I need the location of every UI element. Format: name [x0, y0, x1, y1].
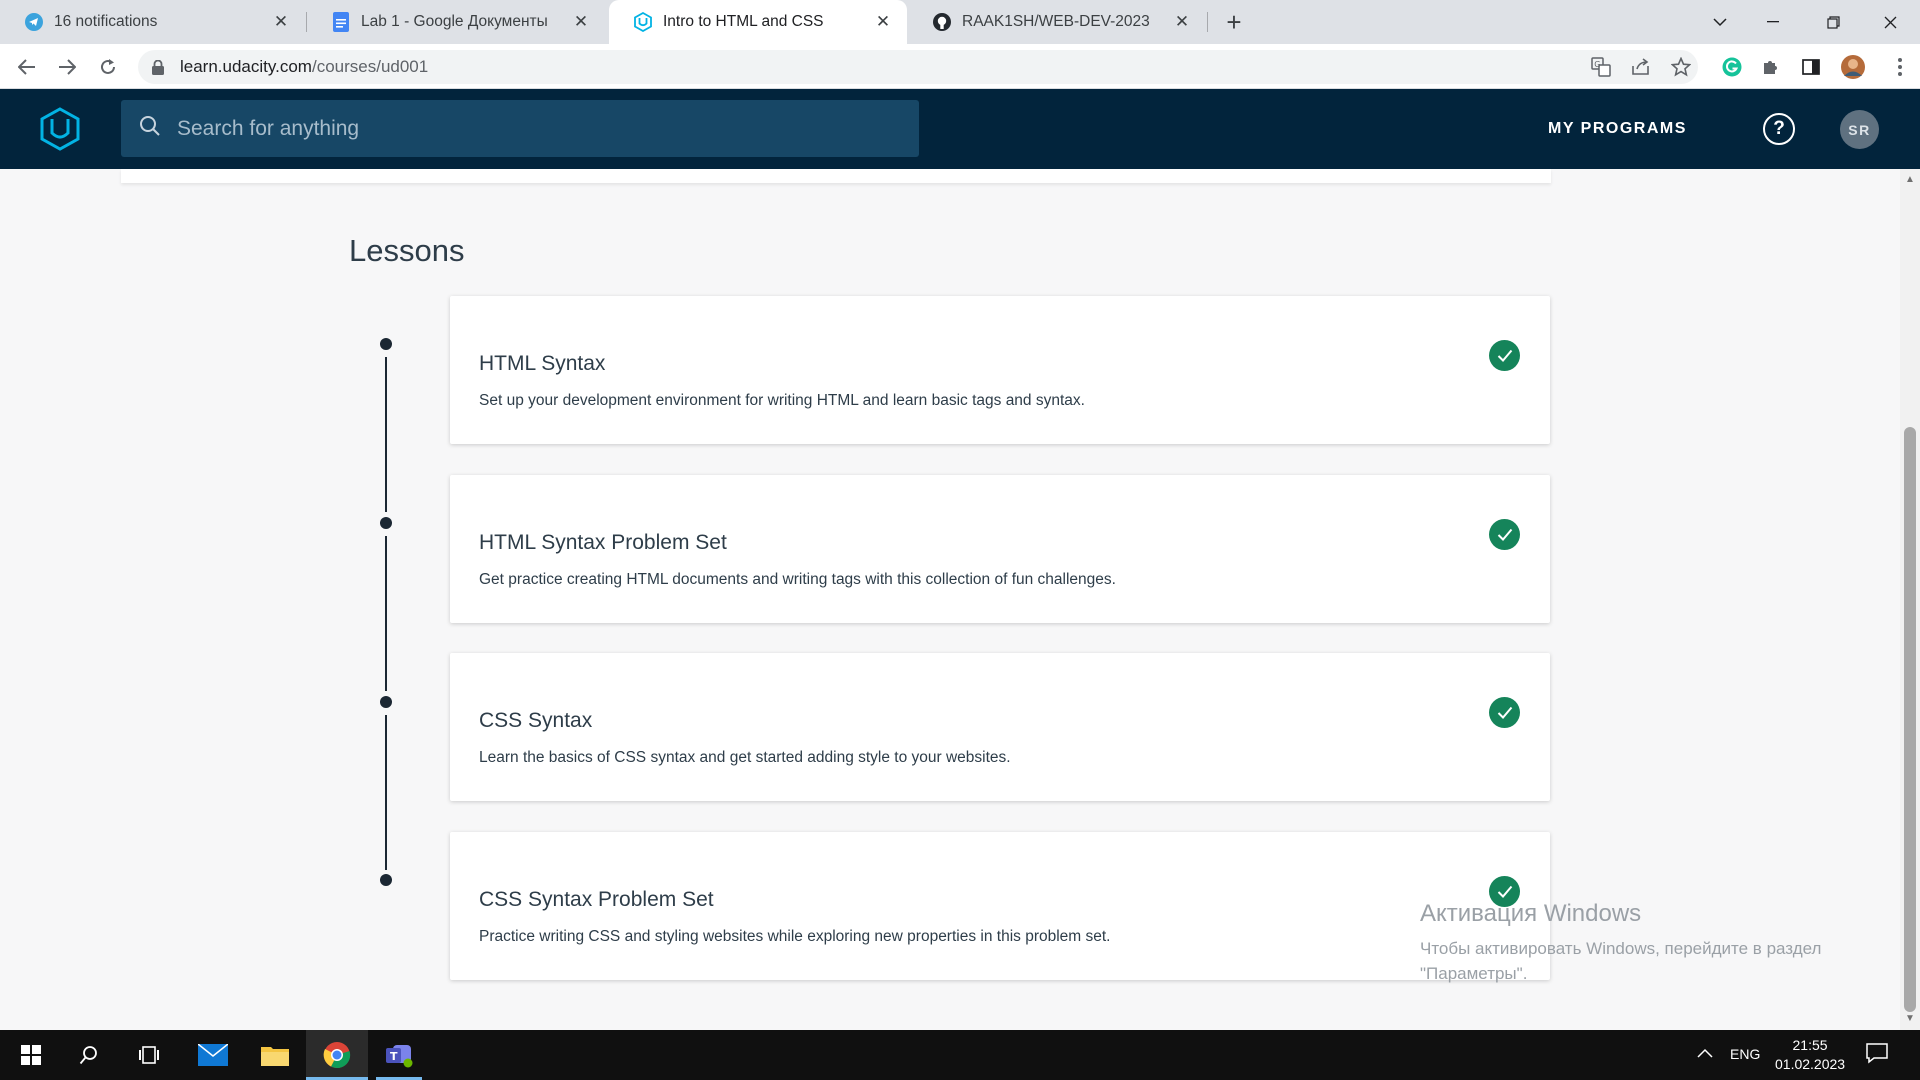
timeline-dot — [380, 338, 392, 350]
tab-udacity[interactable]: Intro to HTML and CSS ✕ — [609, 0, 907, 44]
start-windows-icon[interactable] — [0, 1030, 62, 1080]
scroll-up-arrow-icon[interactable]: ▲ — [1905, 175, 1915, 185]
file-explorer-icon[interactable] — [244, 1030, 306, 1080]
udacity-icon — [633, 12, 653, 32]
translate-icon[interactable]: G — [1587, 53, 1615, 81]
lock-icon[interactable] — [152, 59, 168, 75]
lesson-title: CSS Syntax — [479, 709, 593, 732]
lesson-description: Set up your development environment for … — [479, 392, 1085, 409]
completed-check-icon — [1489, 697, 1520, 728]
timeline-connector — [385, 536, 387, 691]
profile-avatar-icon[interactable] — [1839, 53, 1867, 81]
search-icon — [139, 115, 161, 142]
close-tab-icon[interactable]: ✕ — [873, 12, 893, 32]
tab-search-chevron-icon[interactable] — [1700, 0, 1740, 44]
minimize-button[interactable] — [1753, 0, 1793, 44]
timeline-connector — [385, 715, 387, 870]
task-view-icon[interactable] — [118, 1030, 180, 1080]
browser-tab-strip: 16 notifications ✕ Lab 1 - Google Докуме… — [0, 0, 1920, 44]
windows-taskbar: T ENG 21:55 01.02.2023 — [0, 1030, 1920, 1080]
telegram-icon — [24, 12, 44, 32]
svg-text:T: T — [390, 1050, 398, 1063]
help-icon[interactable]: ? — [1763, 113, 1795, 145]
tab-title: Intro to HTML and CSS — [663, 13, 824, 30]
watermark-line: Чтобы активировать Windows, перейдите в … — [1420, 939, 1822, 958]
input-language[interactable]: ENG — [1730, 1046, 1760, 1062]
teams-app-icon[interactable]: T — [368, 1030, 430, 1080]
search-box[interactable] — [121, 100, 919, 157]
browser-menu-icon[interactable] — [1886, 53, 1914, 81]
browser-toolbar: learn.udacity.com/courses/ud001 G — [0, 44, 1920, 89]
my-programs-link[interactable]: MY PROGRAMS — [1548, 120, 1687, 138]
taskbar-search-icon[interactable] — [58, 1030, 120, 1080]
github-icon — [932, 12, 952, 32]
lesson-description: Learn the basics of CSS syntax and get s… — [479, 749, 1011, 766]
lesson-card-css-problem-set[interactable]: CSS Syntax Problem Set Practice writing … — [450, 832, 1550, 980]
tab-title: Lab 1 - Google Документы — [361, 13, 548, 30]
reload-icon[interactable] — [93, 52, 123, 82]
mail-app-icon[interactable] — [182, 1030, 244, 1080]
lesson-card-css-syntax[interactable]: CSS Syntax Learn the basics of CSS synta… — [450, 653, 1550, 801]
scroll-down-arrow-icon[interactable]: ▼ — [1905, 1014, 1915, 1024]
tab-telegram[interactable]: 16 notifications ✕ — [0, 0, 305, 44]
google-docs-icon — [331, 12, 351, 32]
lessons-heading: Lessons — [349, 233, 465, 268]
tab-title: 16 notifications — [54, 13, 158, 30]
completed-check-icon — [1489, 519, 1520, 550]
svg-text:G: G — [1594, 60, 1600, 69]
site-header: MY PROGRAMS ? SR — [0, 89, 1920, 169]
windows-activation-watermark: Активация Windows Чтобы активировать Win… — [1420, 900, 1821, 986]
close-window-button[interactable] — [1870, 0, 1910, 44]
user-avatar[interactable]: SR — [1840, 110, 1879, 149]
url-path: /courses/ud001 — [311, 57, 429, 76]
timeline-dot — [380, 874, 392, 886]
forward-arrow-icon[interactable] — [52, 52, 82, 82]
extensions-puzzle-icon[interactable] — [1757, 53, 1785, 81]
system-clock[interactable]: 21:55 01.02.2023 — [1775, 1036, 1845, 1074]
tab-separator — [1207, 12, 1208, 32]
grammarly-icon[interactable] — [1718, 53, 1746, 81]
lesson-title: CSS Syntax Problem Set — [479, 888, 714, 911]
clock-date: 01.02.2023 — [1775, 1056, 1846, 1072]
new-tab-button[interactable]: + — [1220, 7, 1248, 37]
completed-check-icon — [1489, 340, 1520, 371]
scrollbar-thumb[interactable] — [1904, 427, 1916, 1012]
search-input[interactable] — [177, 116, 877, 141]
action-center-icon[interactable] — [1866, 1042, 1888, 1069]
bookmark-star-icon[interactable] — [1667, 53, 1695, 81]
clock-time: 21:55 — [1792, 1037, 1828, 1053]
tab-title: RAAK1SH/WEB-DEV-2023 — [962, 13, 1150, 30]
lesson-card-html-syntax[interactable]: HTML Syntax Set up your development envi… — [450, 296, 1550, 444]
udacity-logo-icon[interactable] — [38, 107, 82, 151]
lesson-title: HTML Syntax — [479, 352, 606, 375]
lesson-title: HTML Syntax Problem Set — [479, 531, 727, 554]
previous-card-edge — [121, 169, 1551, 183]
screen: 16 notifications ✕ Lab 1 - Google Докуме… — [0, 0, 1920, 1080]
tab-github[interactable]: RAAK1SH/WEB-DEV-2023 ✕ — [908, 0, 1206, 44]
side-panel-icon[interactable] — [1797, 53, 1825, 81]
page-scrollbar[interactable]: ▲ ▼ — [1900, 169, 1920, 1030]
watermark-title: Активация Windows — [1420, 900, 1642, 927]
address-bar[interactable]: learn.udacity.com/courses/ud001 — [138, 50, 1698, 84]
chrome-app-icon[interactable] — [306, 1030, 368, 1080]
restore-button[interactable] — [1813, 0, 1853, 44]
timeline-connector — [385, 357, 387, 512]
show-hidden-icons-chevron-icon[interactable] — [1697, 1042, 1713, 1063]
close-tab-icon[interactable]: ✕ — [1172, 12, 1192, 32]
url-host: learn.udacity.com — [180, 57, 312, 76]
tab-google-docs[interactable]: Lab 1 - Google Документы ✕ — [307, 0, 605, 44]
url-text: learn.udacity.com/courses/ud001 — [180, 57, 428, 77]
lesson-description: Practice writing CSS and styling website… — [479, 928, 1111, 945]
close-tab-icon[interactable]: ✕ — [571, 12, 591, 32]
timeline-dot — [380, 517, 392, 529]
close-tab-icon[interactable]: ✕ — [271, 12, 291, 32]
share-icon[interactable] — [1627, 53, 1655, 81]
timeline-dot — [380, 696, 392, 708]
back-arrow-icon[interactable] — [12, 52, 42, 82]
watermark-line: "Параметры". — [1420, 964, 1528, 983]
lesson-card-html-problem-set[interactable]: HTML Syntax Problem Set Get practice cre… — [450, 475, 1550, 623]
lesson-description: Get practice creating HTML documents and… — [479, 571, 1116, 588]
